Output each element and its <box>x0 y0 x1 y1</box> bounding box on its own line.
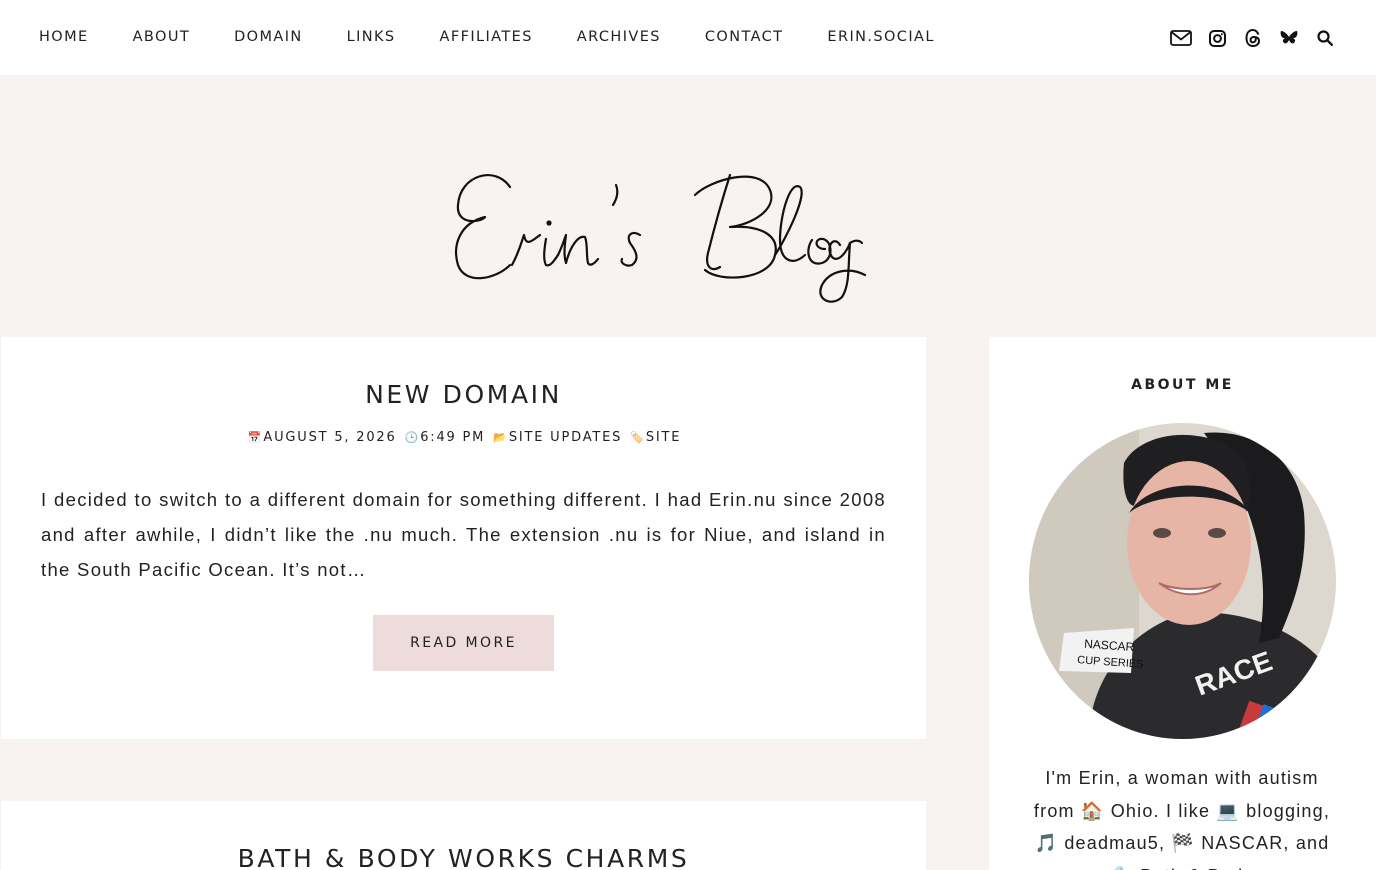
tag-icon: 🏷️ <box>630 431 644 444</box>
nav-about[interactable]: ABOUT <box>133 29 191 45</box>
search-icon[interactable] <box>1314 27 1336 49</box>
post-meta: 📅 AUGUST 5, 2026 🕒 6:49 PM 📂 SITE UPDATES 🏷… <box>1 430 926 445</box>
about-title: ABOUT ME <box>1131 377 1234 393</box>
main-nav: HOME ABOUT DOMAIN LINKS AFFILIATES ARCHI… <box>39 29 979 45</box>
site-header <box>0 75 1376 337</box>
post-title[interactable]: NEW DOMAIN <box>1 380 926 409</box>
threads-icon[interactable] <box>1242 27 1264 49</box>
nav-erin-social[interactable]: ERIN.SOCIAL <box>827 29 934 45</box>
calendar-icon: 📅 <box>247 431 262 444</box>
read-more-button[interactable]: READ MORE <box>373 615 554 671</box>
nav-links[interactable]: LINKS <box>347 29 396 45</box>
about-bio: I'm Erin, a woman with autism from 🏠 Ohi… <box>1033 768 1331 870</box>
social-icons <box>1156 27 1336 49</box>
post-card: BATH & BODY WORKS CHARMS <box>1 801 926 870</box>
nav-archives[interactable]: ARCHIVES <box>577 29 661 45</box>
avatar: NASCAR CUP SERIES RACE <box>1029 423 1336 739</box>
bluesky-icon[interactable] <box>1278 27 1300 49</box>
post-category[interactable]: SITE UPDATES <box>509 430 622 445</box>
nav-domain[interactable]: DOMAIN <box>234 29 303 45</box>
nav-contact[interactable]: CONTACT <box>705 29 784 45</box>
mail-icon[interactable] <box>1170 27 1192 49</box>
post-time: 6:49 PM <box>420 430 486 445</box>
site-logo[interactable] <box>440 155 940 305</box>
folder-icon: 📂 <box>493 431 507 444</box>
post-title[interactable]: BATH & BODY WORKS CHARMS <box>1 844 926 870</box>
post-excerpt: I decided to switch to a different domai… <box>41 489 886 580</box>
post-date: AUGUST 5, 2026 <box>263 430 397 445</box>
clock-icon: 🕒 <box>404 431 419 444</box>
nav-home[interactable]: HOME <box>39 29 89 45</box>
instagram-icon[interactable] <box>1206 27 1228 49</box>
top-navigation-bar: HOME ABOUT DOMAIN LINKS AFFILIATES ARCHI… <box>0 0 1376 75</box>
post-tag[interactable]: SITE <box>646 430 681 445</box>
nav-affiliates[interactable]: AFFILIATES <box>440 29 533 45</box>
post-card: NEW DOMAIN 📅 AUGUST 5, 2026 🕒 6:49 PM 📂 SIT… <box>1 337 926 739</box>
sidebar-about: ABOUT ME NASCAR CUP SERIES RACE I'm Erin… <box>989 337 1376 870</box>
